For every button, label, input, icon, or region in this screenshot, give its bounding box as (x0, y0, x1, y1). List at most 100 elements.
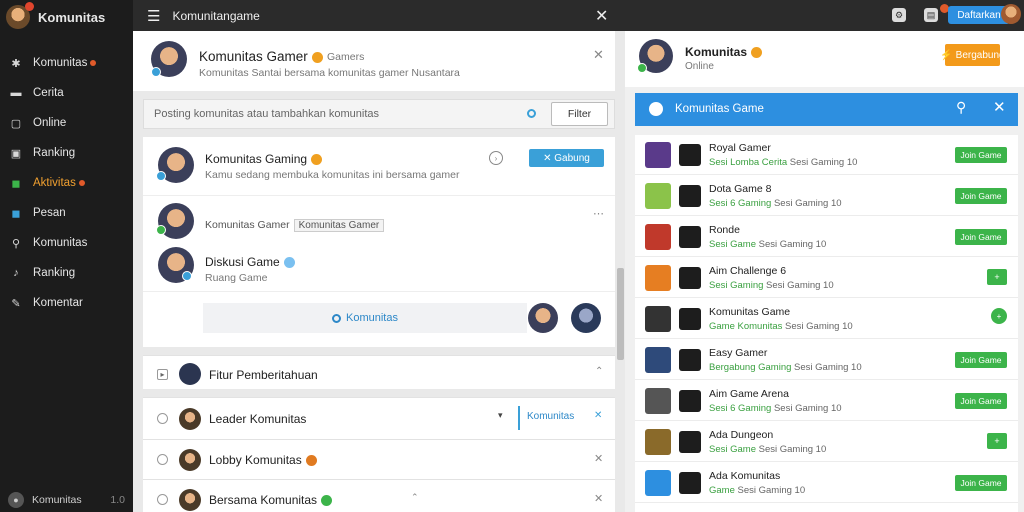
game-thumbnail (645, 470, 671, 496)
chat-icon[interactable]: ▤ (924, 8, 938, 22)
checkbox[interactable]: ▸ (157, 369, 168, 380)
filter-button[interactable]: Filter (551, 102, 608, 126)
game-name: Easy Gamer (709, 347, 768, 359)
close-icon[interactable]: ✕ (594, 492, 603, 505)
list-item[interactable]: Komunitas Game Game Komunitas Sesi Gaming… (635, 299, 1018, 339)
join-game-button[interactable]: Join Game (955, 475, 1007, 491)
brand[interactable]: Komunitas (0, 0, 133, 34)
sidebar-item-komentar[interactable]: ✎ Komentar (0, 288, 133, 318)
list-item[interactable]: Aim Challenge 6 Sesi Gaming Sesi Gaming 1… (635, 258, 1018, 298)
join-group-label: Bergabung (955, 49, 1005, 61)
search-bar[interactable]: Posting komunitas atau tambahkan komunit… (143, 99, 615, 129)
game-meta: Sesi Gaming Sesi Gaming 10 (709, 280, 834, 291)
list-item[interactable]: Leader Komunitas ▾ Komunitas ✕ (143, 397, 615, 439)
list-item[interactable]: Ada Komunitas Game Sesi Gaming 10 Join Gam… (635, 463, 1018, 503)
join-game-button[interactable]: Join Game (955, 393, 1007, 409)
member-avatar[interactable] (571, 303, 601, 333)
list-item[interactable]: ▸ Fitur Pemberitahuan ⌃ (143, 355, 615, 389)
game-name: Royal Gamer (709, 142, 771, 154)
join-game-button[interactable]: Join Game (955, 352, 1007, 368)
tag-chip[interactable]: Komunitas Gamer (293, 219, 385, 232)
row-avatar (179, 489, 201, 511)
list-item[interactable]: Lobby Komunitas ✕ (143, 439, 615, 479)
member-avatar[interactable] (528, 303, 558, 333)
list-item[interactable]: Easy Gamer Bergabung Gaming Sesi Gaming 1… (635, 340, 1018, 380)
user-avatar[interactable] (1001, 4, 1021, 24)
online-icon (156, 225, 166, 235)
add-button[interactable]: + (987, 433, 1007, 449)
chevron-up-icon[interactable]: ⌃ (411, 492, 419, 503)
sidebar-item-ranking[interactable]: ▣ Ranking (0, 138, 133, 168)
join-game-button[interactable]: Join Game (955, 188, 1007, 204)
search-icon[interactable]: ⚲ (956, 99, 966, 116)
divider (518, 406, 520, 430)
brand-title: Komunitas (38, 9, 106, 25)
search-input[interactable]: Posting komunitas atau tambahkan komunit… (154, 108, 379, 120)
close-icon[interactable]: ✕ (594, 452, 603, 465)
story-icon: ▬ (10, 87, 22, 99)
sidebar-item-komunitas[interactable]: ✱ Komunitas (0, 48, 133, 78)
sidebar-item-pesan[interactable]: ◼ Pesan (0, 198, 133, 228)
row-link[interactable]: Komunitas (527, 411, 574, 422)
topbar: ☰ Komunitangame ✕ ⚙ ▤ Daftarkan (133, 0, 1024, 31)
game-icon (679, 308, 701, 330)
list-item[interactable]: Ronde Sesi Game Sesi Gaming 10 Join Game (635, 217, 1018, 257)
close-icon[interactable]: ✕ (593, 47, 604, 63)
search-icon[interactable] (527, 109, 536, 118)
game-thumbnail (645, 429, 671, 455)
right-header: Komunitas Online ⚡ Bergabung (625, 31, 1024, 87)
list-item[interactable]: Ada Dungeon Sesi Game Sesi Gaming 10 + (635, 422, 1018, 462)
sidebar-item-ranking-mic[interactable]: ♪ Ranking (0, 258, 133, 288)
row-avatar (179, 363, 201, 385)
game-thumbnail (645, 347, 671, 373)
game-meta-extra: Sesi Gaming 10 (758, 239, 827, 250)
sidebar-item-aktivitas[interactable]: ◼ Aktivitas (0, 168, 133, 198)
pen-icon: ✎ (11, 297, 21, 310)
game-meta-text: Sesi Gaming (709, 280, 764, 291)
more-icon[interactable]: ⋯ (593, 207, 604, 220)
community-button[interactable]: Komunitas (203, 303, 527, 333)
activity-icon: ◼ (11, 177, 21, 190)
join-button[interactable]: ✕ Gabung (529, 149, 604, 167)
menu-icon[interactable]: ☰ (147, 7, 160, 25)
row-label: Bersama Komunitas (209, 493, 333, 507)
list-item[interactable]: Bersama Komunitas ⌃ ✕ (143, 479, 615, 512)
verified-icon (182, 271, 192, 281)
settings-icon[interactable]: ⚙ (892, 8, 906, 22)
row-avatar (179, 408, 201, 430)
sidebar-item-komunitas-search[interactable]: ⚲ Komunitas (0, 228, 133, 258)
join-game-button[interactable]: Join Game (955, 229, 1007, 245)
search-icon (332, 313, 341, 323)
close-icon[interactable]: ✕ (595, 6, 608, 26)
radio-button[interactable] (157, 494, 168, 505)
join-game-button[interactable]: Join Game (955, 147, 1007, 163)
close-icon[interactable]: ✕ (594, 410, 602, 421)
add-button[interactable]: + (987, 269, 1007, 285)
game-meta-extra: Sesi Gaming 10 (766, 280, 834, 291)
close-icon[interactable]: ✕ (993, 98, 1006, 116)
expand-icon[interactable]: ▾ (498, 410, 503, 421)
game-meta-text: Sesi Game (709, 239, 756, 250)
info-icon[interactable]: › (489, 151, 503, 165)
sidebar-item-online[interactable]: ▢ Online (0, 108, 133, 138)
user-icon: ● (8, 492, 24, 508)
join-group-button[interactable]: ⚡ Bergabung (940, 44, 1005, 66)
sidebar-item-label: Online (33, 117, 67, 129)
row-label: Lobby Komunitas (209, 453, 317, 467)
banner-title: Komunitas Game (675, 103, 764, 115)
brand-avatar (6, 2, 34, 29)
list-item[interactable]: Royal Gamer Sesi Lomba Cerita Sesi Gaming… (635, 135, 1018, 175)
radio-button[interactable] (157, 454, 168, 465)
list-item[interactable]: Aim Game Arena Sesi 6 Gaming Sesi Gaming … (635, 381, 1018, 421)
radio-button[interactable] (157, 413, 168, 424)
verified-icon (156, 171, 166, 181)
chevron-up-icon[interactable]: ⌃ (595, 366, 603, 377)
sidebar-footer[interactable]: ● Komunitas 1.0 (8, 492, 125, 508)
group-name-text: Komunitas (685, 45, 748, 59)
list-item[interactable]: Dota Game 8 Sesi 6 Gaming Sesi Gaming 10 J… (635, 176, 1018, 216)
scrollbar[interactable] (617, 268, 624, 360)
add-button[interactable]: + (991, 308, 1007, 324)
sidebar-item-cerita[interactable]: ▬ Cerita (0, 78, 133, 108)
game-meta: Bergabung Gaming Sesi Gaming 10 (709, 362, 862, 373)
game-name: Ada Komunitas (709, 470, 781, 482)
